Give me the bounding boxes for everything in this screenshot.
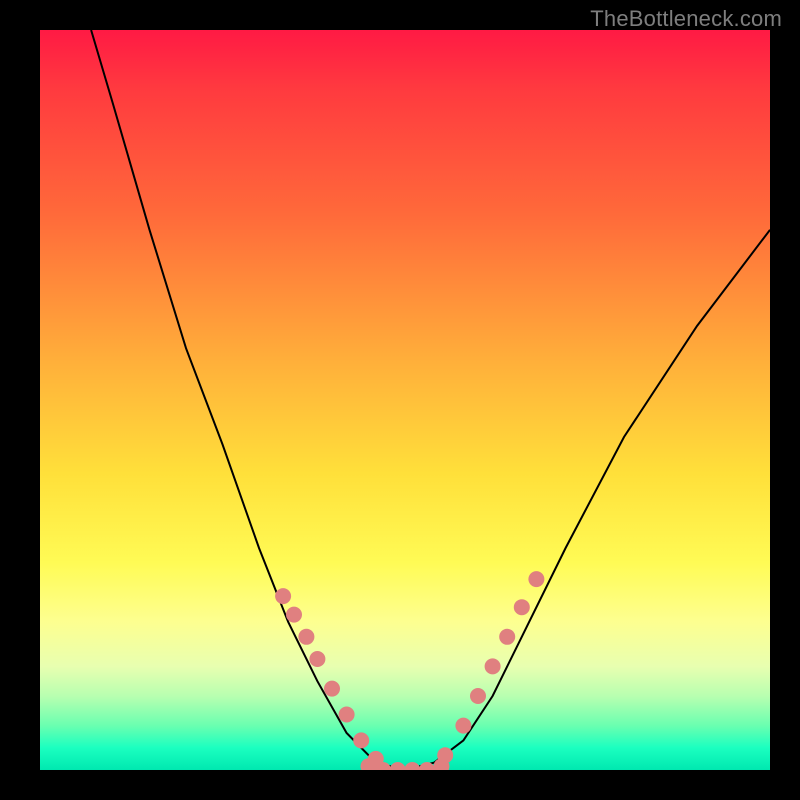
data-point bbox=[275, 588, 291, 604]
watermark-text: TheBottleneck.com bbox=[590, 6, 782, 32]
data-point bbox=[324, 681, 340, 697]
data-point bbox=[437, 747, 453, 763]
data-point bbox=[309, 651, 325, 667]
data-point bbox=[528, 571, 544, 587]
data-point bbox=[485, 658, 501, 674]
data-point bbox=[514, 599, 530, 615]
data-point bbox=[339, 707, 355, 723]
bottleneck-curve bbox=[91, 30, 770, 770]
plot-area bbox=[40, 30, 770, 770]
chart-frame: TheBottleneck.com bbox=[0, 0, 800, 800]
data-point bbox=[455, 718, 471, 734]
data-point bbox=[353, 732, 369, 748]
data-point bbox=[404, 762, 420, 770]
data-point bbox=[499, 629, 515, 645]
data-point bbox=[470, 688, 486, 704]
data-point bbox=[298, 629, 314, 645]
curve-svg bbox=[40, 30, 770, 770]
data-point bbox=[390, 762, 406, 770]
data-point bbox=[286, 607, 302, 623]
